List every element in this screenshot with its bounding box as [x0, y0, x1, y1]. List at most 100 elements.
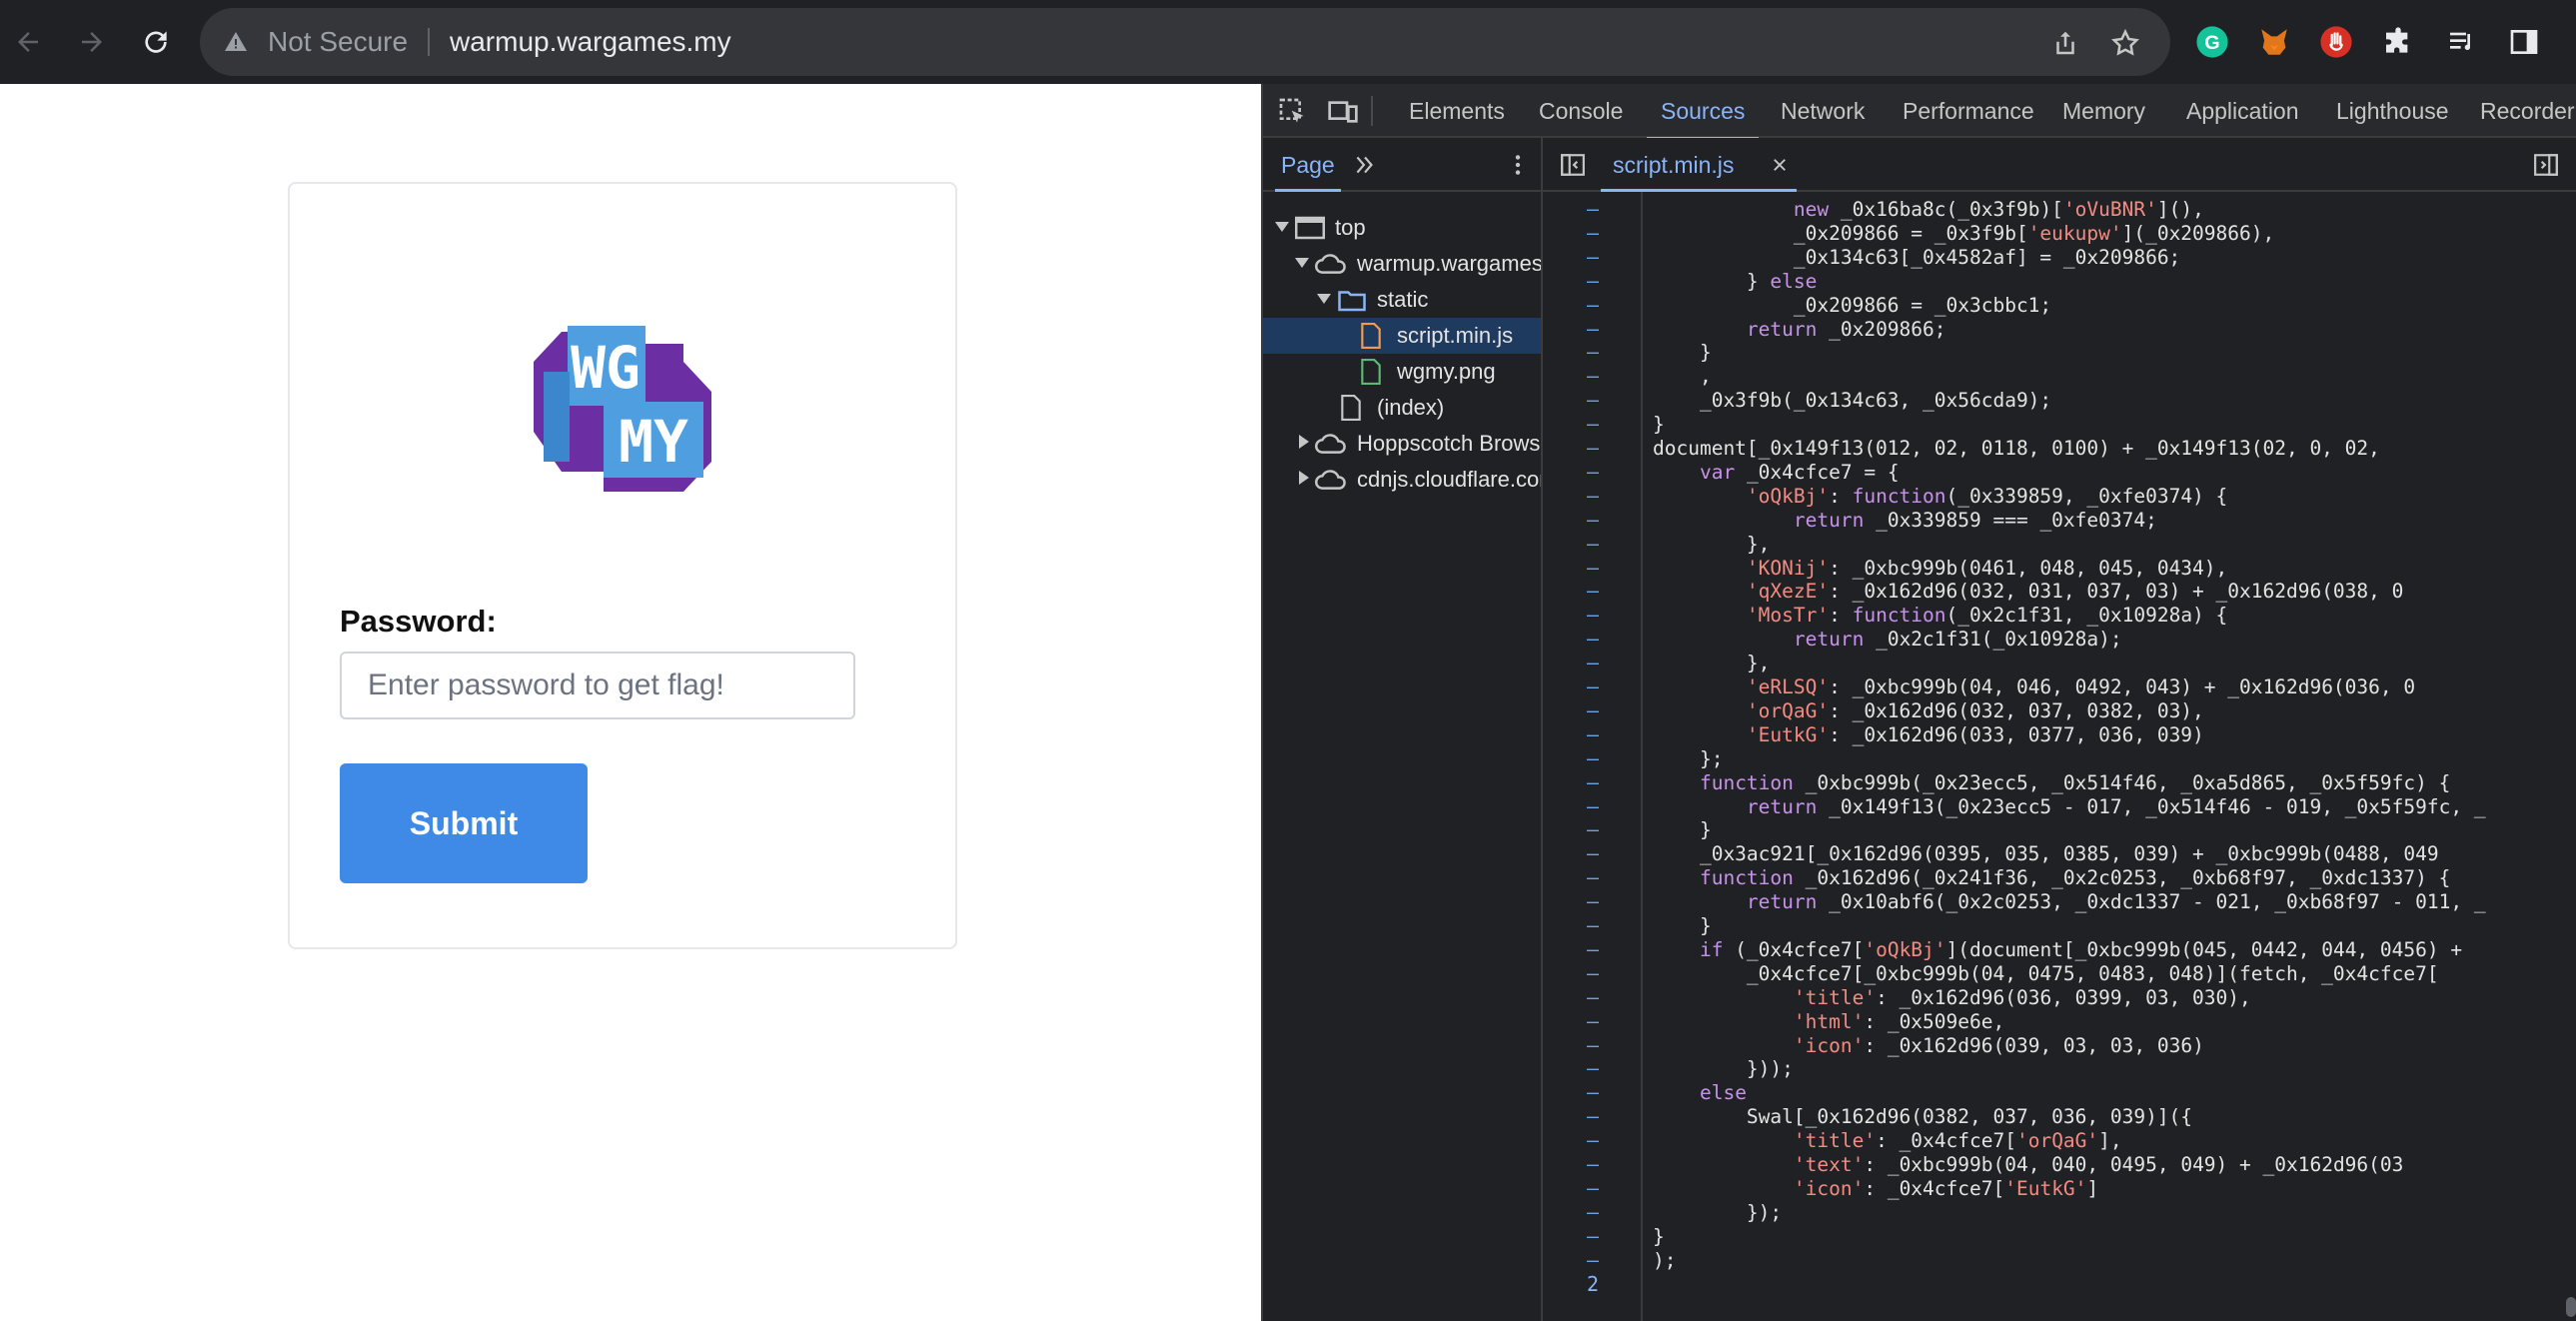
line-number[interactable]: –	[1543, 436, 1643, 461]
expand-triangle-icon[interactable]	[1317, 294, 1331, 304]
tab-console[interactable]: Console	[1539, 84, 1623, 138]
collapsed-triangle-icon[interactable]	[1299, 471, 1309, 485]
tab-application[interactable]: Application	[2186, 84, 2299, 138]
line-number[interactable]: –	[1543, 1128, 1643, 1153]
address-bar[interactable]: Not Secure warmup.wargames.my	[200, 8, 2170, 76]
scrollbar-thumb[interactable]	[2566, 1297, 2576, 1317]
line-number[interactable]: –	[1543, 556, 1643, 581]
tab-sources[interactable]: Sources	[1646, 84, 1760, 140]
line-number[interactable]: –	[1543, 317, 1643, 342]
line-number[interactable]: –	[1543, 1224, 1643, 1249]
line-number[interactable]: –	[1543, 1033, 1643, 1058]
tab-network[interactable]: Network	[1781, 84, 1865, 138]
toggle-navigator-icon[interactable]	[1559, 152, 1587, 178]
tab-recorder[interactable]: Recorder	[2480, 84, 2575, 138]
line-number[interactable]: –	[1543, 865, 1643, 890]
cloud-icon	[1315, 434, 1346, 454]
grammarly-extension-icon[interactable]: G	[2192, 22, 2232, 62]
password-input[interactable]	[340, 652, 855, 719]
line-number[interactable]: –	[1543, 770, 1643, 795]
tree-item-cdnjs[interactable]: cdnjs.cloudflare.com	[1263, 462, 1541, 498]
device-toolbar-icon[interactable]	[1327, 96, 1359, 128]
tab-lighthouse[interactable]: Lighthouse	[2336, 84, 2449, 138]
code-line: 'eRLSQ': _0xbc999b(04, 046, 0492, 043) +…	[1746, 675, 2416, 698]
security-status[interactable]: Not Secure	[268, 8, 408, 76]
side-panel-icon[interactable]	[2504, 22, 2544, 62]
tree-item-domain[interactable]: warmup.wargames.	[1263, 246, 1541, 282]
line-number[interactable]: –	[1543, 603, 1643, 628]
line-number[interactable]: –	[1543, 698, 1643, 723]
extensions-puzzle-icon[interactable]	[2378, 22, 2418, 62]
line-number[interactable]: –	[1543, 579, 1643, 604]
close-tab-icon[interactable]	[1771, 156, 1789, 174]
reload-button[interactable]	[134, 20, 178, 64]
line-number[interactable]: –	[1543, 937, 1643, 962]
forward-button[interactable]	[70, 20, 114, 64]
line-number[interactable]: –	[1543, 484, 1643, 509]
line-number[interactable]: –	[1543, 340, 1643, 365]
warning-icon	[224, 30, 248, 59]
inspect-element-icon[interactable]	[1277, 96, 1309, 128]
line-number[interactable]: –	[1543, 412, 1643, 437]
line-number[interactable]: 2	[1543, 1272, 1643, 1297]
line-number[interactable]: –	[1543, 1248, 1643, 1273]
media-queue-icon[interactable]	[2442, 22, 2482, 62]
metamask-fox-icon[interactable]	[2254, 22, 2294, 62]
line-number[interactable]: –	[1543, 794, 1643, 819]
tree-item-top[interactable]: top	[1263, 210, 1541, 246]
submit-button[interactable]: Submit	[340, 763, 588, 883]
tree-item-script-min-js[interactable]: script.min.js	[1263, 318, 1541, 354]
line-number[interactable]: –	[1543, 1104, 1643, 1129]
editor-tab-script-min-js[interactable]: script.min.js	[1601, 138, 1797, 192]
line-number[interactable]: –	[1543, 221, 1643, 246]
line-number[interactable]: –	[1543, 269, 1643, 294]
tree-item-folder-static[interactable]: static	[1263, 282, 1541, 318]
line-number[interactable]: –	[1543, 1056, 1643, 1081]
line-number[interactable]: –	[1543, 197, 1643, 222]
line-number[interactable]: –	[1543, 913, 1643, 938]
tab-elements[interactable]: Elements	[1409, 84, 1505, 138]
line-number[interactable]: –	[1543, 1009, 1643, 1034]
line-number[interactable]: –	[1543, 985, 1643, 1010]
line-number[interactable]: –	[1543, 364, 1643, 389]
vertical-scrollbar[interactable]	[2564, 192, 2576, 1321]
line-number[interactable]: –	[1543, 961, 1643, 986]
bookmark-star-icon[interactable]	[2110, 28, 2140, 58]
back-button[interactable]	[6, 20, 50, 64]
line-number[interactable]: –	[1543, 293, 1643, 318]
line-number[interactable]: –	[1543, 1176, 1643, 1201]
navigator-tab-page[interactable]: Page	[1275, 138, 1341, 192]
stop-hand-extension-icon[interactable]	[2316, 22, 2356, 62]
line-number[interactable]: –	[1543, 388, 1643, 413]
line-number[interactable]: –	[1543, 245, 1643, 270]
line-number[interactable]: –	[1543, 1152, 1643, 1177]
tab-memory[interactable]: Memory	[2062, 84, 2145, 138]
line-number[interactable]: –	[1543, 627, 1643, 652]
expand-triangle-icon[interactable]	[1275, 222, 1289, 232]
line-number[interactable]: –	[1543, 746, 1643, 771]
share-icon[interactable]	[2050, 28, 2080, 58]
tree-item-wgmy-png[interactable]: wgmy.png	[1263, 354, 1541, 390]
line-number[interactable]: –	[1543, 817, 1643, 842]
tree-item-hoppscotch[interactable]: Hoppscotch Brows	[1263, 426, 1541, 462]
code-area[interactable]: new _0x16ba8c(_0x3f9b)['oVuBNR'](), _0x2…	[1653, 192, 2576, 1321]
chevron-double-right-icon[interactable]	[1351, 152, 1379, 178]
more-vertical-icon[interactable]	[1505, 152, 1531, 178]
url-text[interactable]: warmup.wargames.my	[450, 8, 731, 76]
line-number[interactable]: –	[1543, 651, 1643, 675]
line-number[interactable]: –	[1543, 1200, 1643, 1225]
toggle-debugger-sidebar-icon[interactable]	[2532, 152, 2560, 178]
expand-triangle-icon[interactable]	[1295, 258, 1309, 268]
line-number[interactable]: –	[1543, 889, 1643, 914]
line-number[interactable]: –	[1543, 841, 1643, 866]
collapsed-triangle-icon[interactable]	[1299, 435, 1309, 449]
tree-item-index[interactable]: (index)	[1263, 390, 1541, 426]
line-number[interactable]: –	[1543, 508, 1643, 533]
code-line: _0x3ac921[_0x162d96(0395, 035, 0385, 039…	[1653, 842, 2439, 866]
line-number[interactable]: –	[1543, 460, 1643, 485]
line-number[interactable]: –	[1543, 722, 1643, 747]
line-number[interactable]: –	[1543, 532, 1643, 557]
line-number[interactable]: –	[1543, 1080, 1643, 1105]
line-number[interactable]: –	[1543, 674, 1643, 699]
tab-performance[interactable]: Performance	[1903, 84, 2034, 138]
